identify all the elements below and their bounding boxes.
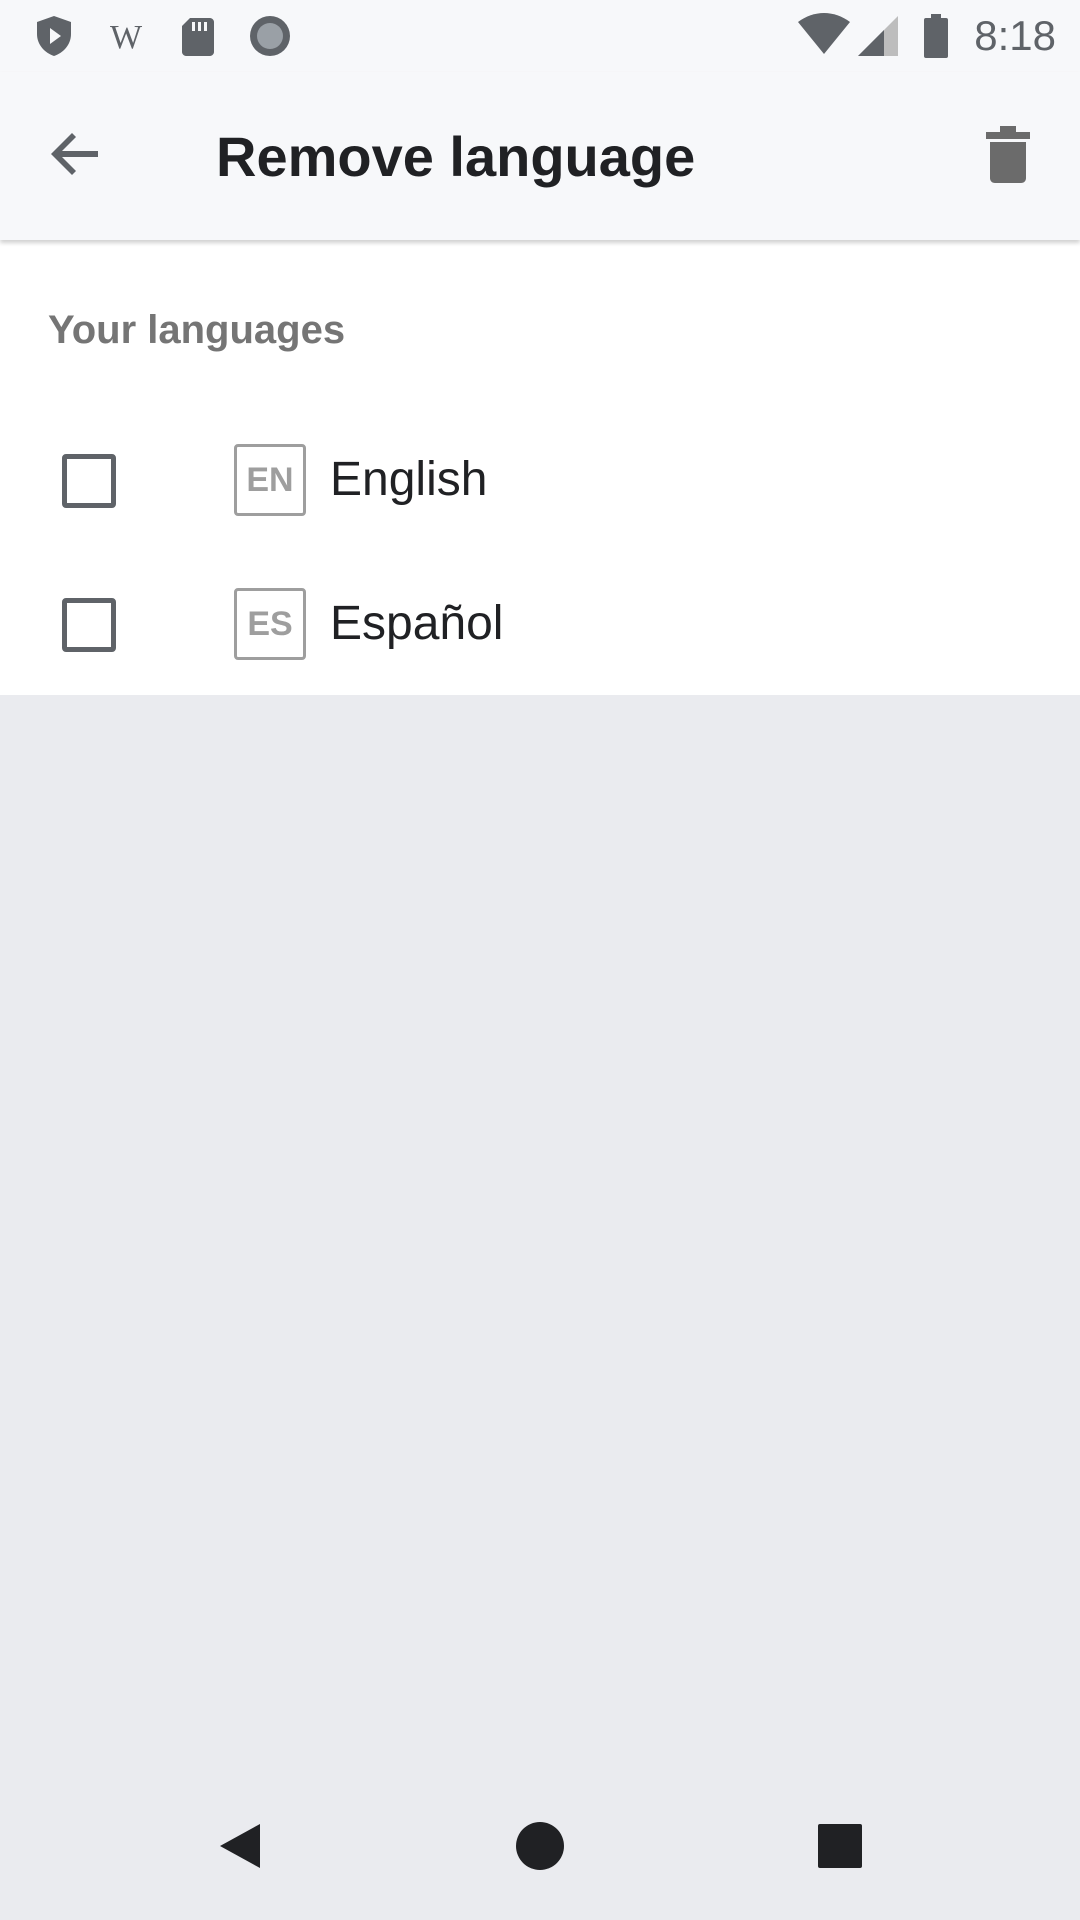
record-icon xyxy=(246,12,294,60)
page-title: Remove language xyxy=(216,125,696,188)
battery-icon xyxy=(912,12,960,60)
language-row-espanol[interactable]: ES Español xyxy=(0,552,1080,696)
sd-card-icon xyxy=(174,12,222,60)
status-bar: W 8:18 xyxy=(0,0,1080,72)
wifi-icon xyxy=(796,12,850,60)
nav-back-icon xyxy=(214,1820,266,1877)
language-code-badge: EN xyxy=(234,444,306,516)
nav-back-button[interactable] xyxy=(204,1812,276,1884)
nav-home-icon xyxy=(514,1820,566,1877)
app-bar: Remove language xyxy=(0,72,1080,240)
checkbox-english[interactable] xyxy=(62,454,116,508)
nav-recents-button[interactable] xyxy=(804,1812,876,1884)
cell-signal-icon xyxy=(854,12,902,60)
nav-home-button[interactable] xyxy=(504,1812,576,1884)
status-time: 8:18 xyxy=(974,12,1056,59)
delete-button[interactable] xyxy=(972,120,1044,192)
system-nav-bar xyxy=(0,1776,1080,1920)
language-name: English xyxy=(330,453,488,506)
svg-text:W: W xyxy=(110,19,143,56)
arrow-back-icon xyxy=(48,126,104,187)
language-row-english[interactable]: EN English xyxy=(0,408,1080,552)
wikipedia-icon: W xyxy=(102,12,150,60)
back-button[interactable] xyxy=(40,120,112,192)
language-list-panel: Your languages EN English ES Español xyxy=(0,240,1080,695)
nav-recents-icon xyxy=(816,1822,864,1875)
language-code-badge: ES xyxy=(234,588,306,660)
shield-play-icon xyxy=(30,12,78,60)
section-header: Your languages xyxy=(48,308,346,352)
trash-icon xyxy=(984,124,1032,189)
language-name: Español xyxy=(330,597,504,650)
checkbox-espanol[interactable] xyxy=(62,598,116,652)
